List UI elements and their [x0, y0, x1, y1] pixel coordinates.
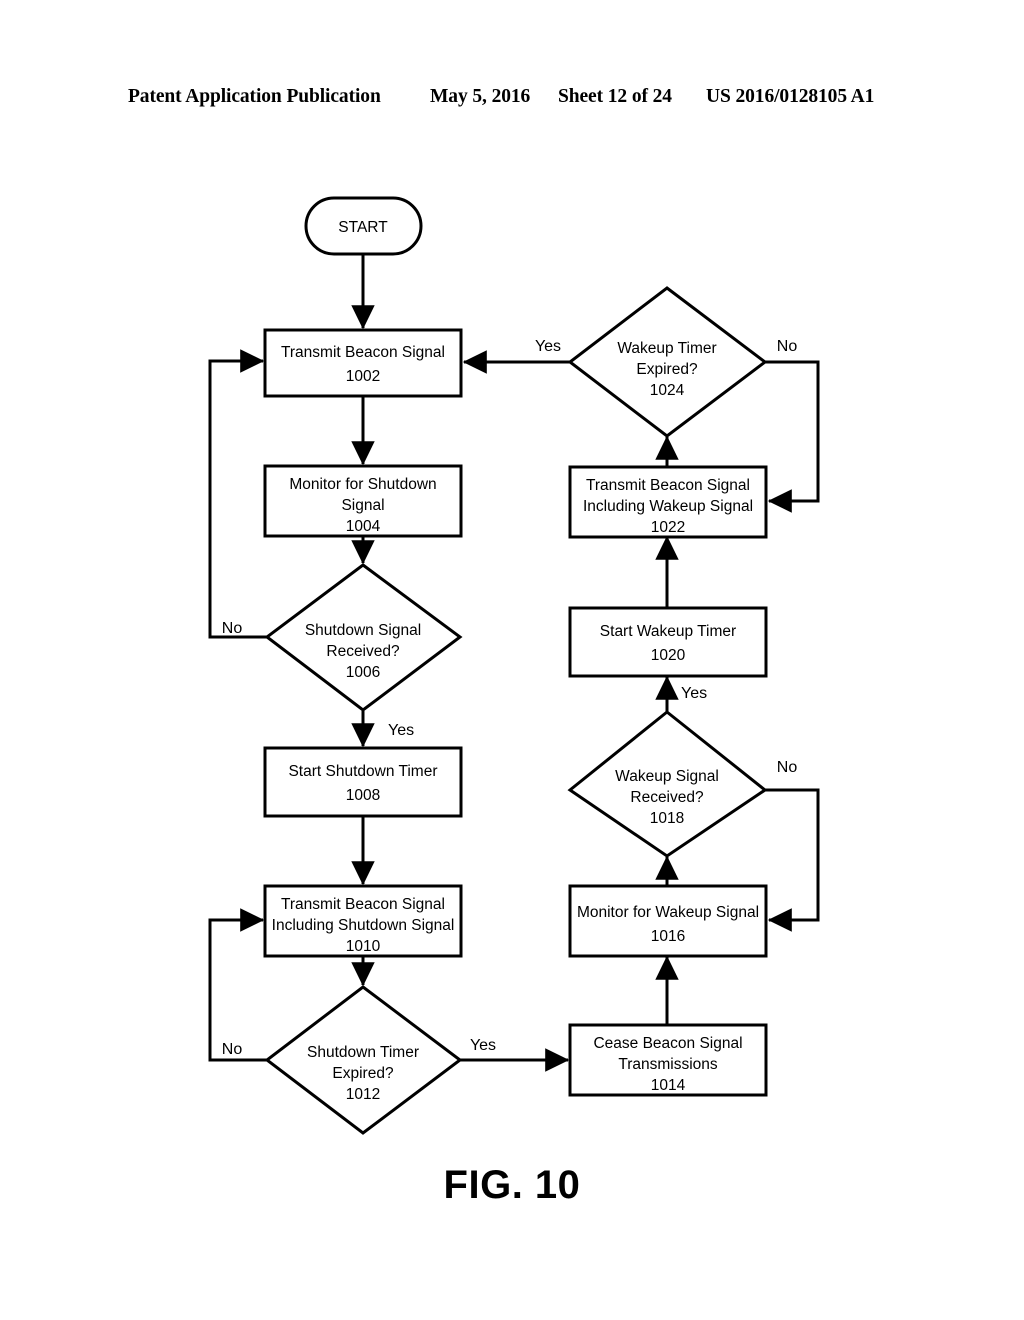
edge-label-1024-no: No	[777, 338, 798, 355]
node-1016: Monitor for Wakeup Signal 1016	[568, 884, 768, 958]
node-1012: Shutdown Timer Expired? 1012	[264, 985, 463, 1135]
edge-label-1012-no: No	[222, 1041, 243, 1058]
node-1006-line1: Shutdown Signal	[305, 622, 421, 639]
node-1010: Transmit Beacon Signal Including Shutdow…	[263, 884, 463, 958]
node-1012-line2: Expired?	[332, 1065, 394, 1082]
node-1018: Wakeup Signal Received? 1018	[567, 710, 768, 858]
node-1016-line1: Monitor for Wakeup Signal	[577, 904, 759, 921]
node-1006-ref: 1006	[346, 664, 380, 681]
edge-1024-no-to-1022	[765, 360, 820, 513]
node-1004-line2: Signal	[341, 497, 384, 514]
node-1022: Transmit Beacon Signal Including Wakeup …	[568, 465, 768, 539]
node-1024-line2: Expired?	[636, 361, 698, 378]
node-1012-ref: 1012	[346, 1086, 380, 1103]
figure-caption: FIG. 10	[443, 1163, 581, 1207]
node-1002-line1: Transmit Beacon Signal	[281, 344, 445, 361]
node-1022-line2: Including Wakeup Signal	[583, 498, 753, 515]
node-1024-ref: 1024	[650, 382, 685, 399]
node-1014-line1: Cease Beacon Signal	[593, 1035, 742, 1052]
node-1020-line1: Start Wakeup Timer	[600, 623, 736, 640]
edge-label-1018-no: No	[777, 759, 798, 776]
node-1020-box	[568, 606, 768, 678]
node-1010-line1: Transmit Beacon Signal	[281, 896, 445, 913]
node-1014: Cease Beacon Signal Transmissions 1014	[568, 1023, 768, 1097]
edge-1012-no-to-1010	[208, 908, 267, 1062]
flowchart-diagram: No Yes No Yes No Yes Yes No START Transm…	[208, 196, 820, 1135]
node-1004-ref: 1004	[346, 518, 381, 535]
node-1006: Shutdown Signal Received? 1006	[264, 563, 463, 712]
edge-1018-no-to-1016	[765, 788, 820, 932]
node-1020-ref: 1020	[651, 647, 686, 664]
node-1024: Wakeup Timer Expired? 1024	[567, 286, 768, 438]
node-1002-ref: 1002	[346, 368, 380, 385]
start-label: START	[338, 219, 388, 236]
edge-1006-no-to-1002	[208, 349, 267, 639]
node-1006-line2: Received?	[326, 643, 400, 660]
node-1014-line2: Transmissions	[618, 1056, 718, 1073]
node-start: START	[304, 196, 423, 256]
node-1008-line1: Start Shutdown Timer	[288, 763, 437, 780]
edge-label-1006-no: No	[222, 620, 243, 637]
node-1008: Start Shutdown Timer 1008	[263, 746, 463, 818]
node-1008-box	[263, 746, 463, 818]
edge-label-1024-yes: Yes	[535, 338, 561, 355]
node-1008-ref: 1008	[346, 787, 380, 804]
node-1018-ref: 1018	[650, 810, 684, 827]
node-1014-ref: 1014	[651, 1077, 686, 1094]
node-1004-line1: Monitor for Shutdown	[289, 476, 436, 493]
edge-label-1012-yes: Yes	[470, 1037, 496, 1054]
node-1020: Start Wakeup Timer 1020	[568, 606, 768, 678]
node-1002-box	[263, 328, 463, 398]
node-1004: Monitor for Shutdown Signal 1004	[263, 464, 463, 538]
node-1018-line2: Received?	[630, 789, 704, 806]
node-1016-ref: 1016	[651, 928, 685, 945]
node-1018-line1: Wakeup Signal	[615, 768, 719, 785]
node-1002: Transmit Beacon Signal 1002	[263, 328, 463, 398]
node-1022-ref: 1022	[651, 519, 685, 536]
node-1024-line1: Wakeup Timer	[617, 340, 716, 357]
edge-label-1006-yes: Yes	[388, 722, 414, 739]
node-1010-line2: Including Shutdown Signal	[272, 917, 455, 934]
edge-label-1018-yes: Yes	[681, 685, 707, 702]
node-1012-line1: Shutdown Timer	[307, 1044, 419, 1061]
node-1010-ref: 1010	[346, 938, 381, 955]
node-1022-line1: Transmit Beacon Signal	[586, 477, 750, 494]
node-1016-box	[568, 884, 768, 958]
patent-figure-page: Patent Application Publication May 5, 20…	[0, 0, 1024, 1320]
